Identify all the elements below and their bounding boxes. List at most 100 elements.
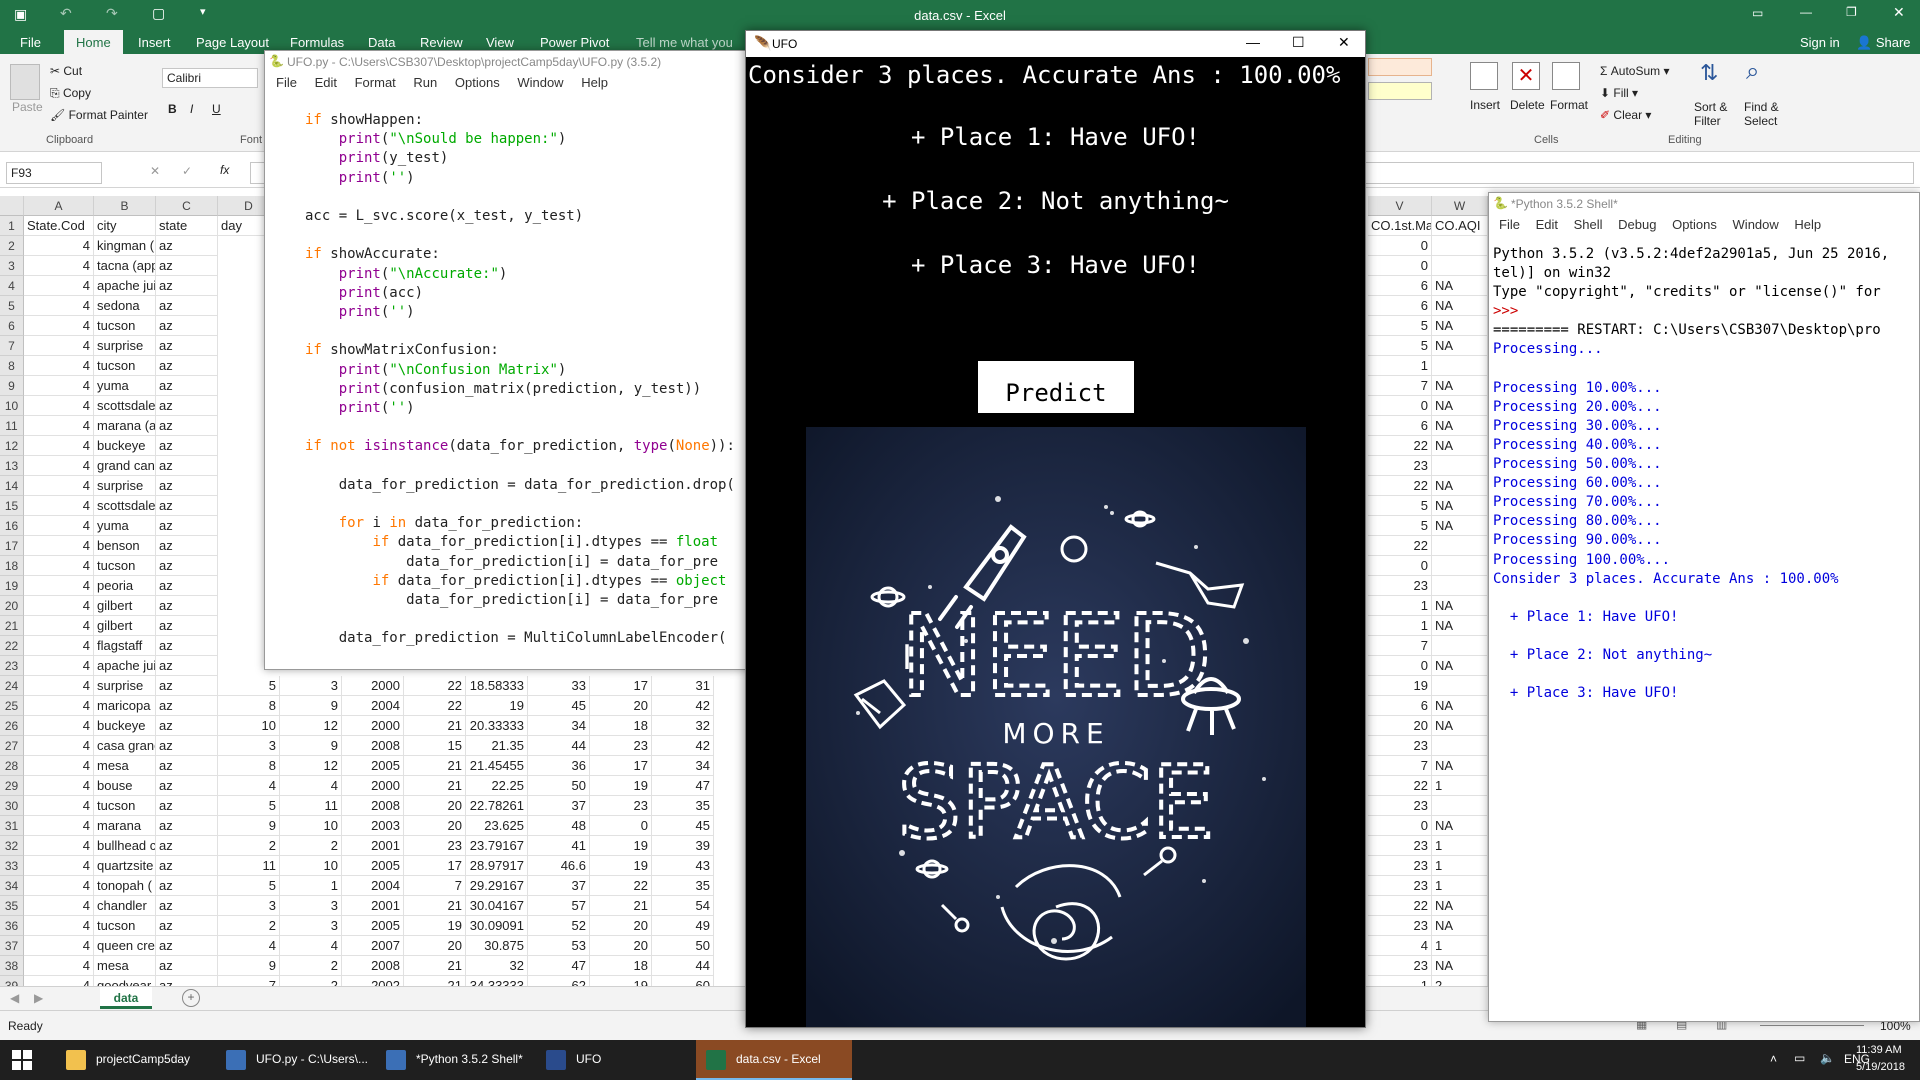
cell-value[interactable]: 20 <box>590 936 652 956</box>
cell-state-code[interactable]: 4 <box>24 736 94 756</box>
cell-day[interactable]: 8 <box>218 696 280 716</box>
cell-state[interactable]: az <box>156 656 218 676</box>
tab-data[interactable]: Data <box>368 35 395 50</box>
cell-state[interactable]: az <box>156 676 218 696</box>
cell-value[interactable]: 2005 <box>342 856 404 876</box>
row-header[interactable]: 31 <box>0 816 24 836</box>
cell-value[interactable]: 45 <box>652 816 714 836</box>
shell-menu-options[interactable]: Options <box>1672 217 1717 232</box>
cell-value[interactable]: 18 <box>590 956 652 976</box>
cell-state[interactable]: az <box>156 616 218 636</box>
cell-value[interactable]: 54 <box>652 896 714 916</box>
cell-value[interactable]: 23 <box>590 796 652 816</box>
cell-co-1st-max[interactable]: 6 <box>1368 276 1432 296</box>
find-icon[interactable]: ⌕ <box>1746 58 1759 86</box>
cell-co-1st-max[interactable]: 6 <box>1368 696 1432 716</box>
cell-co-aqi[interactable] <box>1432 576 1488 596</box>
cell-value[interactable]: 44 <box>528 736 590 756</box>
row-header[interactable]: 27 <box>0 736 24 756</box>
cell-state[interactable]: az <box>156 856 218 876</box>
cell-co-aqi[interactable]: NA <box>1432 956 1488 976</box>
cell-co-1st-max[interactable]: 23 <box>1368 916 1432 936</box>
cell-co-1st-max[interactable]: 1 <box>1368 616 1432 636</box>
cell-value[interactable]: 43 <box>652 856 714 876</box>
cell-value[interactable]: 50 <box>528 776 590 796</box>
style-input-box[interactable] <box>1368 82 1432 100</box>
cell-state-code[interactable]: 4 <box>24 796 94 816</box>
scroll-sheets-left-icon[interactable]: ◀ <box>10 991 19 1005</box>
cell-city[interactable]: yuma <box>94 516 156 536</box>
cell-co-aqi[interactable]: NA <box>1432 416 1488 436</box>
cell-city[interactable]: tucson <box>94 556 156 576</box>
row-header[interactable]: 33 <box>0 856 24 876</box>
column-header-c[interactable]: C <box>156 196 218 216</box>
editor-menu-options[interactable]: Options <box>455 75 500 90</box>
row-header[interactable]: 35 <box>0 896 24 916</box>
cell-day[interactable]: 9 <box>218 956 280 976</box>
row-header[interactable]: 32 <box>0 836 24 856</box>
row-header[interactable]: 4 <box>0 276 24 296</box>
cell-value[interactable]: 2008 <box>342 736 404 756</box>
header-cell-co-aqi[interactable]: CO.AQI <box>1432 216 1488 236</box>
cell-day[interactable]: 11 <box>218 856 280 876</box>
row-header[interactable]: 21 <box>0 616 24 636</box>
cell-co-1st-max[interactable]: 1 <box>1368 976 1432 986</box>
italic-icon[interactable]: I <box>190 102 193 116</box>
cell-value[interactable]: 53 <box>528 936 590 956</box>
select-all-corner[interactable] <box>0 196 24 216</box>
cell-co-aqi[interactable] <box>1432 536 1488 556</box>
cell-state-code[interactable]: 4 <box>24 576 94 596</box>
cell-state[interactable]: az <box>156 596 218 616</box>
cell-value[interactable]: 19 <box>466 696 528 716</box>
cell-value[interactable]: 2008 <box>342 796 404 816</box>
cell-state-code[interactable]: 4 <box>24 656 94 676</box>
cell-value[interactable]: 2 <box>280 836 342 856</box>
cell-co-1st-max[interactable]: 5 <box>1368 496 1432 516</box>
cell-value[interactable]: 2005 <box>342 916 404 936</box>
cell-state[interactable]: az <box>156 456 218 476</box>
scroll-sheets-right-icon[interactable]: ▶ <box>34 991 43 1005</box>
cell-value[interactable]: 20 <box>404 796 466 816</box>
cell-day[interactable]: 7 <box>218 976 280 986</box>
cell-city[interactable]: casa granc <box>94 736 156 756</box>
cell-value[interactable]: 47 <box>528 956 590 976</box>
row-header[interactable]: 23 <box>0 656 24 676</box>
cell-value[interactable]: 34 <box>652 756 714 776</box>
cell-value[interactable]: 0 <box>590 816 652 836</box>
sign-in-link[interactable]: Sign in <box>1800 35 1840 50</box>
cell-co-1st-max[interactable]: 7 <box>1368 636 1432 656</box>
cell-state-code[interactable]: 4 <box>24 336 94 356</box>
cell-state[interactable]: az <box>156 756 218 776</box>
row-header[interactable]: 25 <box>0 696 24 716</box>
cell-co-aqi[interactable]: NA <box>1432 276 1488 296</box>
row-header[interactable]: 36 <box>0 916 24 936</box>
ufo-maximize-icon[interactable]: ☐ <box>1292 34 1305 51</box>
cell-value[interactable]: 19 <box>590 776 652 796</box>
cell-state-code[interactable]: 4 <box>24 916 94 936</box>
row-header[interactable]: 3 <box>0 256 24 276</box>
cell-state[interactable]: az <box>156 336 218 356</box>
tab-review[interactable]: Review <box>420 35 463 50</box>
name-box[interactable]: F93 <box>6 162 102 184</box>
cell-state[interactable]: az <box>156 936 218 956</box>
row-header[interactable]: 29 <box>0 776 24 796</box>
cell-state-code[interactable]: 4 <box>24 896 94 916</box>
underline-icon[interactable]: U <box>212 102 221 116</box>
cell-co-aqi[interactable] <box>1432 556 1488 576</box>
cell-value[interactable]: 31 <box>652 676 714 696</box>
cell-value[interactable]: 32 <box>466 956 528 976</box>
cell-co-aqi[interactable]: NA <box>1432 816 1488 836</box>
close-icon[interactable]: ✕ <box>1893 4 1905 21</box>
cell-value[interactable]: 2000 <box>342 716 404 736</box>
cell-value[interactable]: 2 <box>280 976 342 986</box>
cell-state-code[interactable]: 4 <box>24 276 94 296</box>
cell-state[interactable]: az <box>156 556 218 576</box>
start-button[interactable] <box>12 1050 32 1070</box>
cell-value[interactable]: 34 <box>528 716 590 736</box>
editor-menu-edit[interactable]: Edit <box>315 75 337 90</box>
cell-co-1st-max[interactable]: 23 <box>1368 956 1432 976</box>
header-cell-city[interactable]: city <box>94 216 156 236</box>
cell-value[interactable]: 23.79167 <box>466 836 528 856</box>
row-header[interactable]: 16 <box>0 516 24 536</box>
shell-output[interactable]: Python 3.5.2 (v3.5.2:4def2a2901a5, Jun 2… <box>1493 245 1919 1015</box>
